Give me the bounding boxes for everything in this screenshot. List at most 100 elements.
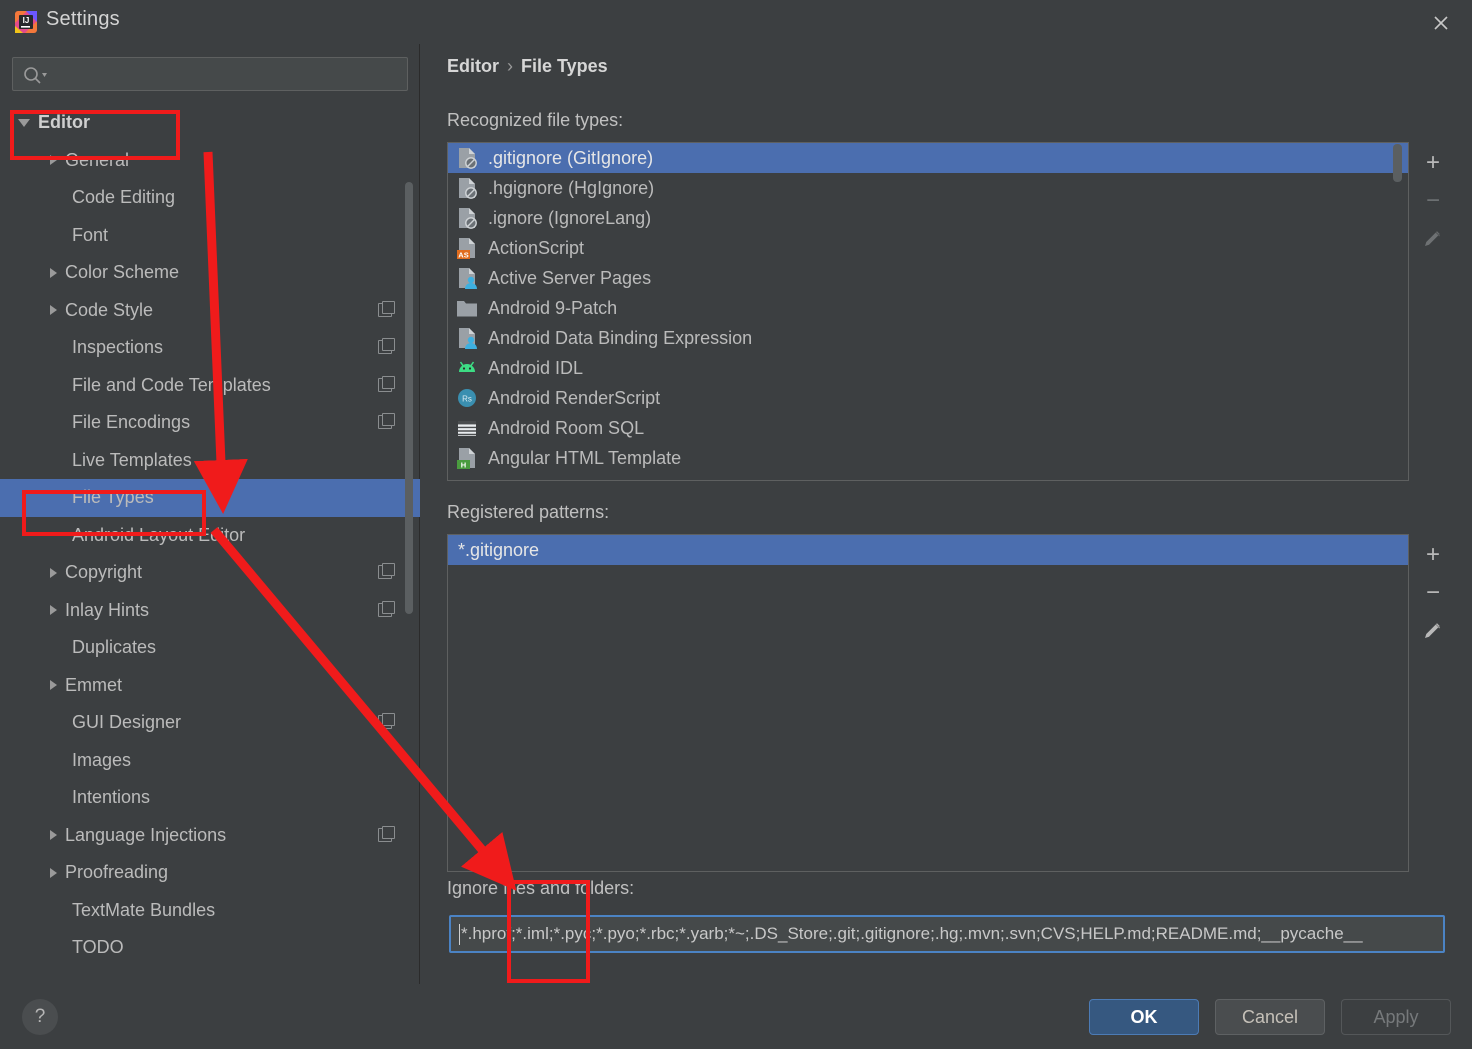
file-type-row[interactable]: Android Data Binding Expression bbox=[448, 323, 1408, 353]
asp-file-icon bbox=[456, 327, 478, 349]
file-type-row[interactable]: Active Server Pages bbox=[448, 263, 1408, 293]
chevron-right-icon[interactable] bbox=[50, 267, 57, 278]
help-button[interactable]: ? bbox=[22, 999, 58, 1035]
copy-settings-icon[interactable] bbox=[378, 413, 395, 429]
sidebar-item-live-templates[interactable]: Live Templates bbox=[0, 442, 420, 480]
file-type-row[interactable]: Android IDL bbox=[448, 353, 1408, 383]
sidebar-item-label: Copyright bbox=[65, 562, 143, 583]
sidebar-item-inlay-hints[interactable]: Inlay Hints bbox=[0, 592, 420, 630]
copy-settings-icon[interactable] bbox=[378, 600, 395, 617]
text-caret bbox=[459, 923, 460, 945]
apply-button: Apply bbox=[1341, 999, 1451, 1035]
recognized-list-scrollbar[interactable] bbox=[1393, 144, 1402, 182]
chevron-right-icon[interactable] bbox=[50, 605, 57, 616]
file-type-row[interactable]: .ignore (IgnoreLang) bbox=[448, 203, 1408, 233]
minus-icon[interactable]: − bbox=[1411, 574, 1455, 612]
sidebar-scrollbar[interactable] bbox=[405, 182, 413, 614]
ok-button[interactable]: OK bbox=[1089, 999, 1199, 1035]
file-type-row[interactable]: H Angular HTML Template bbox=[448, 443, 1408, 473]
file-types-page: Editor › File Types Recognized file types:… bbox=[421, 44, 1472, 984]
sidebar-item-file-and-code-templates[interactable]: File and Code Templates bbox=[0, 367, 420, 405]
close-icon[interactable] bbox=[1426, 8, 1456, 38]
sidebar-item-textmate-bundles[interactable]: TextMate Bundles bbox=[0, 892, 420, 930]
chevron-right-icon[interactable] bbox=[50, 155, 57, 166]
file-type-name: ActionScript bbox=[488, 237, 585, 258]
file-type-name: .hgignore (HgIgnore) bbox=[488, 177, 655, 198]
plus-icon[interactable]: + bbox=[1411, 536, 1455, 574]
sidebar-item-label: File and Code Templates bbox=[72, 374, 271, 395]
file-type-name: Angular HTML Template bbox=[488, 447, 682, 468]
file-type-row[interactable]: .gitignore (GitIgnore) bbox=[448, 143, 1408, 173]
title-bar: IJ Settings bbox=[0, 0, 1472, 44]
copy-settings-icon[interactable] bbox=[378, 375, 395, 392]
sidebar-item-label: Font bbox=[72, 224, 109, 245]
sidebar-item-label: Intentions bbox=[72, 787, 151, 808]
registered-patterns-list[interactable]: *.gitignore bbox=[447, 534, 1409, 872]
sidebar-item-file-encodings[interactable]: File Encodings bbox=[0, 404, 420, 442]
settings-tree[interactable]: Editor General Code Editing Font Color Schem… bbox=[0, 104, 420, 984]
copy-settings-icon[interactable] bbox=[378, 713, 395, 729]
file-type-row[interactable]: Rs Android RenderScript bbox=[448, 383, 1408, 413]
sidebar-item-label: Inspections bbox=[72, 337, 164, 358]
sidebar-item-label: File Encodings bbox=[72, 412, 191, 433]
file-type-name: Android RenderScript bbox=[488, 387, 661, 408]
chevron-right-icon[interactable] bbox=[50, 830, 57, 841]
pencil-icon[interactable] bbox=[1411, 612, 1455, 650]
pattern-text: *.gitignore bbox=[458, 539, 540, 560]
recognized-file-types-list[interactable]: .gitignore (GitIgnore) .hgignore (HgIgnor… bbox=[447, 142, 1409, 481]
chevron-right-icon[interactable] bbox=[50, 305, 57, 316]
plus-icon[interactable]: + bbox=[1411, 144, 1455, 182]
ignore-files-value: *.hprof;*.iml;*.pyc;*.pyo;*.rbc;*.yarb;*… bbox=[461, 924, 1363, 943]
copy-settings-icon[interactable] bbox=[378, 563, 395, 579]
sidebar-item-label: Emmet bbox=[65, 674, 123, 695]
chevron-down-icon[interactable] bbox=[18, 118, 30, 127]
sidebar-item-copyright[interactable]: Copyright bbox=[0, 554, 420, 592]
sidebar-item-code-style[interactable]: Code Style bbox=[0, 292, 420, 330]
pattern-row[interactable]: *.gitignore bbox=[448, 535, 1408, 565]
sidebar-item-gui-designer[interactable]: GUI Designer bbox=[0, 704, 420, 742]
search-input[interactable] bbox=[12, 57, 408, 91]
sidebar-item-todo[interactable]: TODO bbox=[0, 929, 420, 967]
actionscript-icon: AS bbox=[456, 237, 478, 259]
file-type-name: Android 9-Patch bbox=[488, 297, 618, 318]
sidebar-item-intentions[interactable]: Intentions bbox=[0, 779, 420, 817]
file-type-row[interactable]: Android Room SQL bbox=[448, 413, 1408, 443]
sidebar-item-inspections[interactable]: Inspections bbox=[0, 329, 420, 367]
copy-settings-icon[interactable] bbox=[378, 338, 395, 354]
chevron-right-icon[interactable] bbox=[50, 867, 57, 878]
sidebar-item-label: Inlay Hints bbox=[65, 599, 150, 620]
sidebar-item-general[interactable]: General bbox=[0, 142, 420, 180]
android-icon bbox=[456, 357, 478, 379]
breadcrumb-parent[interactable]: Editor bbox=[447, 56, 499, 76]
sidebar-item-emmet[interactable]: Emmet bbox=[0, 667, 420, 705]
copy-settings-icon[interactable] bbox=[378, 825, 395, 842]
registered-patterns-toolbar: + − bbox=[1411, 536, 1455, 650]
file-type-row[interactable]: .hgignore (HgIgnore) bbox=[448, 173, 1408, 203]
sidebar-item-font[interactable]: Font bbox=[0, 217, 420, 255]
sidebar-item-code-editing[interactable]: Code Editing bbox=[0, 179, 420, 217]
file-type-row[interactable]: AS ActionScript bbox=[448, 233, 1408, 263]
recognized-list-toolbar: + − bbox=[1411, 144, 1455, 258]
window-title: Settings bbox=[46, 8, 120, 30]
sidebar-item-images[interactable]: Images bbox=[0, 742, 420, 780]
sidebar-item-language-injections[interactable]: Language Injections bbox=[0, 817, 420, 855]
cancel-button[interactable]: Cancel bbox=[1215, 999, 1325, 1035]
copy-settings-icon[interactable] bbox=[378, 300, 395, 317]
chevron-right-icon[interactable] bbox=[50, 567, 57, 578]
sidebar-item-android-layout-editor[interactable]: Android Layout Editor bbox=[0, 517, 420, 555]
breadcrumb: Editor › File Types bbox=[447, 56, 608, 77]
sidebar-item-label: Proofreading bbox=[65, 862, 169, 883]
sidebar-item-proofreading[interactable]: Proofreading bbox=[0, 854, 420, 892]
chevron-right-icon[interactable] bbox=[50, 680, 57, 691]
ignore-files-input[interactable]: *.hprof;*.iml;*.pyc;*.pyo;*.rbc;*.yarb;*… bbox=[449, 915, 1445, 953]
sidebar-item-color-scheme[interactable]: Color Scheme bbox=[0, 254, 420, 292]
file-type-row[interactable]: Android 9-Patch bbox=[448, 293, 1408, 323]
sidebar-item-file-types[interactable]: File Types bbox=[0, 479, 420, 517]
sidebar-item-editor[interactable]: Editor bbox=[0, 104, 420, 142]
search-icon bbox=[22, 65, 48, 85]
sidebar-item-duplicates[interactable]: Duplicates bbox=[0, 629, 420, 667]
